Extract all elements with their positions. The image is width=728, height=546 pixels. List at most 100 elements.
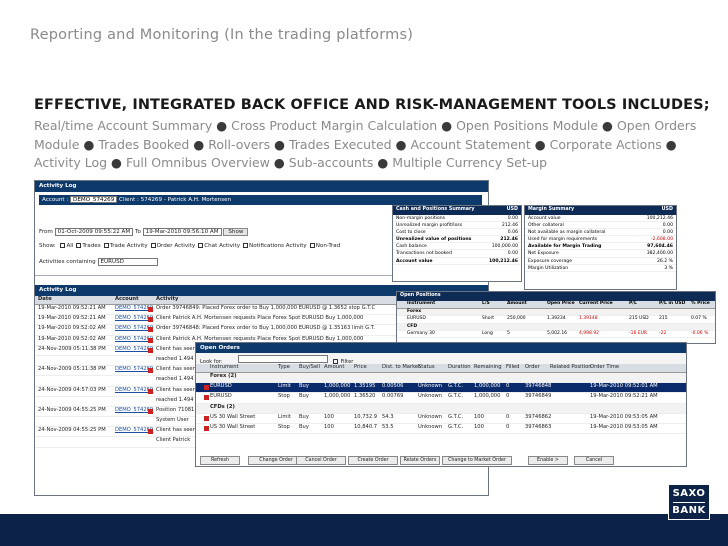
col-account[interactable]: Account	[115, 296, 139, 302]
order-button[interactable]: Cancel Order	[296, 456, 346, 465]
order-cell: 0.00769	[382, 393, 404, 400]
order-col-header[interactable]: Related Position	[550, 364, 592, 370]
op-col-header[interactable]: Open Price	[547, 301, 575, 306]
activity-log-titlebar: Activity Log	[35, 181, 488, 192]
row-activity: Client has seen	[156, 386, 196, 393]
order-col-header[interactable]: Amount	[324, 364, 344, 370]
order-cell: US 30 Wall Street	[210, 423, 256, 430]
op-col-header[interactable]: Current Price	[579, 301, 613, 306]
feature-item: Full Omnibus Overview	[125, 155, 270, 170]
col-date[interactable]: Date	[38, 296, 52, 302]
filter-checkbox[interactable]	[150, 243, 156, 248]
from-date-input[interactable]: 01-Oct-2009 09:55:22 AM	[54, 228, 134, 236]
row-activity: Order 39746849: Placed Forex order to Bu…	[156, 305, 376, 311]
row-activity-extra: reached 1.494	[156, 355, 194, 362]
date-range-row: From 01-Oct-2009 09:55:22 AM To 19-Mar-2…	[39, 228, 249, 236]
op-col-header[interactable]: Instrument	[407, 301, 435, 306]
col-activity[interactable]: Activity	[156, 296, 178, 302]
order-col-header[interactable]: Type	[278, 364, 290, 370]
row-activity: Client Patrick A.H. Mortensen requests P…	[156, 315, 364, 322]
group-label: Forex (2)	[210, 373, 237, 379]
order-cell: 19-Mar-2010 09:53:05 AM	[590, 423, 658, 430]
bullet-icon: ●	[665, 136, 677, 152]
account-select[interactable]: DEMO_574269	[70, 196, 118, 203]
position-cell: -16 EUR	[629, 330, 648, 336]
summary-row: Unrealized margin profit/loss 212.46	[393, 222, 521, 230]
order-button[interactable]: Refresh	[200, 456, 240, 465]
open-orders-body: Forex (2) EURUSD Limit Buy 1,000,000 1.35195 0…	[196, 373, 686, 435]
order-cell: Limit	[278, 383, 291, 390]
order-button[interactable]: Cancel	[574, 456, 614, 465]
row-activity: Client has seen	[156, 366, 196, 373]
position-row[interactable]: EURUSD Short 250,000 1.39234 1.39148 215 USD 2…	[397, 316, 715, 324]
look-for-input[interactable]	[238, 355, 329, 363]
order-cell: Buy	[299, 393, 309, 400]
order-col-header[interactable]: Instrument	[210, 364, 239, 370]
order-cell: 1.35195	[354, 383, 376, 390]
position-row[interactable]: Germany 30 Long 5 5,002.16 4,998.92 -16 EUR -2…	[397, 330, 715, 338]
margin-summary-rows: Account value 100,212.46 Other collateral 0…	[525, 215, 676, 272]
to-date-input[interactable]: 19-Mar-2010 09:56:10 AM	[142, 228, 222, 236]
filter-checkbox[interactable]	[243, 243, 249, 248]
comment-icon	[148, 408, 153, 414]
feature-item: Multiple Currency Set-up	[392, 155, 548, 170]
order-col-header[interactable]: Order Time	[590, 364, 619, 370]
contains-input[interactable]: EURUSD	[97, 258, 158, 266]
order-cell: G.T.C.	[448, 393, 464, 400]
order-row[interactable]: EURUSD Limit Buy 1,000,000 1.35195 0.00506 Unk…	[196, 383, 686, 394]
order-col-header[interactable]: Buy/Sell	[299, 364, 320, 370]
position-cell: -0.06 %	[691, 330, 709, 336]
filter-checkbox[interactable]	[103, 243, 109, 248]
open-orders-search: Look for: Filter	[196, 353, 686, 365]
filter-checkbox[interactable]	[198, 243, 204, 248]
summary-row: Unrealized value of positions 212.46	[393, 236, 521, 244]
summary-row: Used for margin requirements -2,608.00	[525, 236, 676, 244]
summary-label: Cash balance	[396, 244, 427, 250]
row-activity-extra: reached 1.494	[156, 376, 194, 383]
order-col-header[interactable]: Duration	[448, 364, 471, 370]
order-col-header[interactable]: Filled	[506, 364, 519, 370]
position-group[interactable]: CFD	[397, 323, 715, 331]
open-positions-titlebar: Open Positions	[397, 292, 715, 301]
order-button[interactable]: Change to Market Order	[442, 456, 512, 465]
position-group[interactable]: Forex	[397, 309, 715, 316]
op-col-header[interactable]: P/L in USD	[659, 301, 685, 306]
cash-summary-currency: USD	[506, 207, 518, 212]
order-button[interactable]: Relate Orders	[400, 456, 440, 465]
position-cell: 4,998.92	[579, 330, 600, 336]
summary-label: Cost to close	[396, 230, 426, 236]
order-cell: G.T.C.	[448, 413, 464, 420]
summary-label: Non-margin positions	[396, 216, 446, 221]
position-cell: 5	[507, 330, 510, 336]
position-cell: 5,002.16	[547, 330, 568, 336]
position-cell: 215 USD	[629, 316, 649, 321]
filter-checkbox[interactable]	[309, 243, 315, 248]
open-orders-window: Open Orders Look for: Filter Instrument T…	[195, 342, 687, 467]
order-col-header[interactable]: Remaining	[474, 364, 502, 370]
op-col-header[interactable]: % Price	[691, 301, 710, 306]
order-button[interactable]: Create Order	[348, 456, 398, 465]
op-col-header[interactable]: L/S	[482, 301, 490, 306]
order-cell: 0.00506	[382, 383, 404, 390]
bullet-icon: ●	[377, 155, 389, 170]
order-col-header[interactable]: Order	[525, 364, 540, 370]
order-row[interactable]: US 30 Wall Street Stop Buy 100 10,840.7 53.5 U…	[196, 423, 686, 435]
order-row[interactable]: EURUSD Stop Buy 1,000,000 1.36520 0.00769 Unkn…	[196, 393, 686, 404]
order-col-header[interactable]: Dist. to Market	[382, 364, 420, 370]
filter-checkbox[interactable]	[76, 243, 82, 248]
comment-icon	[148, 307, 153, 312]
order-group[interactable]: CFDs (2)	[196, 403, 686, 414]
order-group[interactable]: Forex (2)	[196, 373, 686, 384]
cash-summary-panel: Cash and Positions Summary USD Non-margi…	[392, 205, 522, 282]
summary-row: Other collateral 0.00	[525, 222, 676, 230]
order-cell: 0	[506, 383, 510, 390]
order-col-header[interactable]: Status	[418, 364, 435, 370]
open-orders-title: Open Orders	[200, 345, 240, 351]
order-col-header[interactable]: Price	[354, 364, 367, 370]
show-button[interactable]: Show	[223, 228, 249, 236]
op-col-header[interactable]: Amount	[507, 301, 527, 306]
filter-checkbox[interactable]	[60, 243, 66, 248]
op-col-header[interactable]: P/L	[629, 301, 637, 306]
order-button[interactable]: Enable >	[528, 456, 568, 465]
order-row[interactable]: US 30 Wall Street Limit Buy 100 10,732.9 54.3…	[196, 414, 686, 424]
